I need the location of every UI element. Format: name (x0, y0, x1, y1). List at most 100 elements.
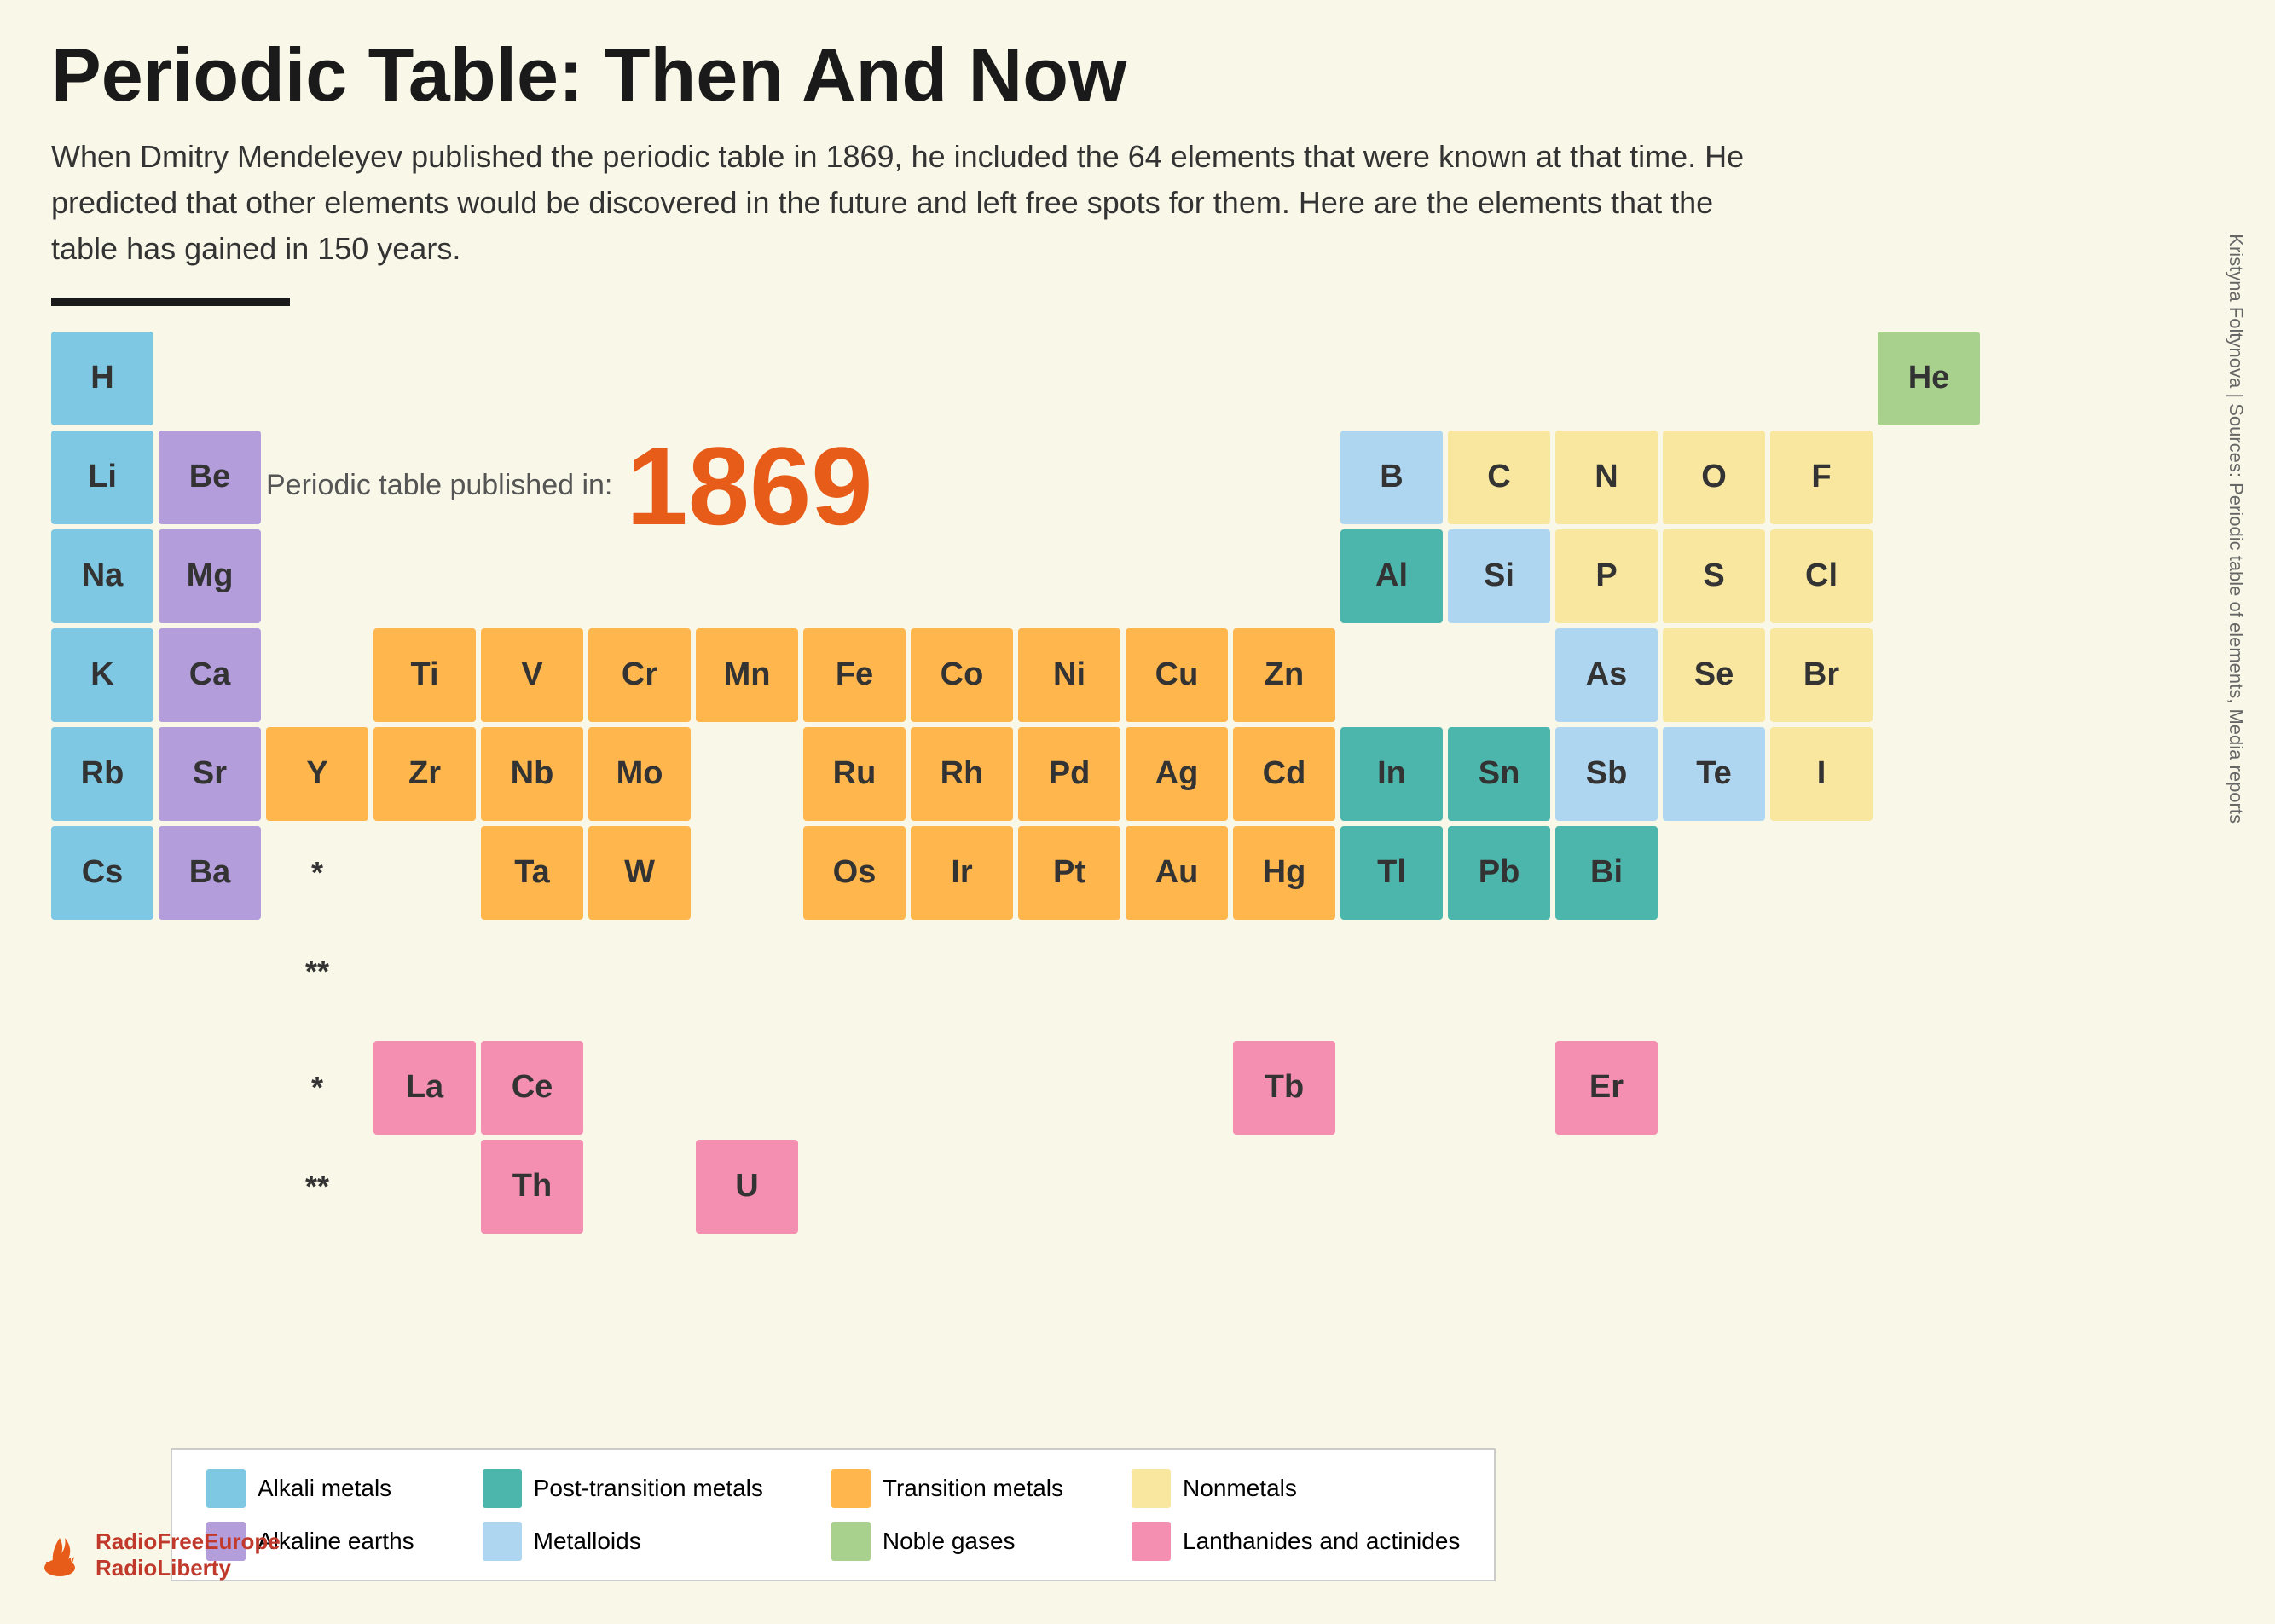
legend-alkali-metals: Alkali metals (206, 1469, 414, 1508)
legend-noble-gases: Noble gases (831, 1522, 1063, 1561)
main-container: Periodic Table: Then And Now When Dmitry… (0, 0, 2275, 1624)
element-Fe: Fe (803, 628, 906, 722)
empty (1770, 1140, 1873, 1234)
element-Mn: Mn (696, 628, 798, 722)
empty (803, 431, 906, 524)
empty (1233, 529, 1335, 623)
legend-col-3: Transition metals Noble gases (831, 1469, 1063, 1561)
empty (1878, 727, 1980, 821)
legend-lanthanides: Lanthanides and actinides (1132, 1522, 1460, 1561)
empty (911, 529, 1013, 623)
empty (1233, 431, 1335, 524)
empty (803, 1140, 906, 1234)
pt-row-6: Cs Ba * Ta W Os Ir Pt Au Hg Tl Pb Bi (51, 826, 2224, 920)
element-Cr: Cr (588, 628, 691, 722)
element-Y: Y (266, 727, 368, 821)
element-Se: Se (1663, 628, 1765, 722)
element-Cu: Cu (1126, 628, 1228, 722)
post-transition-label: Post-transition metals (534, 1475, 763, 1502)
element-B: B (1340, 431, 1443, 524)
empty (1663, 1041, 1765, 1135)
logo-area: RadioFreeEurope RadioLiberty (34, 1529, 281, 1581)
element-Hg: Hg (1233, 826, 1335, 920)
element-Os: Os (803, 826, 906, 920)
empty (1663, 332, 1765, 425)
empty (1555, 332, 1658, 425)
empty (588, 925, 691, 1019)
empty (1018, 1041, 1120, 1135)
empty (1018, 529, 1120, 623)
empty (588, 332, 691, 425)
empty (159, 1041, 261, 1135)
empty (1770, 332, 1873, 425)
author-text: Kristyna Foltynova (2226, 234, 2247, 388)
empty (588, 431, 691, 524)
decorative-bar (51, 298, 290, 306)
empty (373, 529, 476, 623)
empty (803, 332, 906, 425)
logo-line1: RadioFreeEurope (96, 1529, 281, 1555)
empty (481, 529, 583, 623)
element-Ti: Ti (373, 628, 476, 722)
empty (1448, 1140, 1550, 1234)
empty (1878, 431, 1980, 524)
empty (1555, 1140, 1658, 1234)
pt-row-7: ** (51, 925, 2224, 1019)
empty (1340, 925, 1443, 1019)
nonmetal-swatch (1132, 1469, 1171, 1508)
legend: Alkali metals Alkaline earths Post-trans… (171, 1448, 1496, 1581)
empty (1448, 628, 1550, 722)
actinide-placeholder: ** (266, 925, 368, 1019)
element-Ru: Ru (803, 727, 906, 821)
element-Te: Te (1663, 727, 1765, 821)
element-Er: Er (1555, 1041, 1658, 1135)
element-Au: Au (1126, 826, 1228, 920)
empty (911, 925, 1013, 1019)
empty (1663, 925, 1765, 1019)
year-overlay-cell (266, 431, 368, 524)
empty (373, 431, 476, 524)
alkali-swatch (206, 1469, 246, 1508)
element-Th: Th (481, 1140, 583, 1234)
empty (696, 826, 798, 920)
empty (373, 826, 476, 920)
source-label: Sources: Periodic table of elements, Med… (2226, 403, 2247, 824)
empty (51, 925, 153, 1019)
page-title: Periodic Table: Then And Now (51, 34, 2224, 117)
empty (266, 628, 368, 722)
empty (1878, 925, 1980, 1019)
element-W: W (588, 826, 691, 920)
empty (1233, 1140, 1335, 1234)
element-Li: Li (51, 431, 153, 524)
metalloid-swatch (483, 1522, 522, 1561)
element-Ca: Ca (159, 628, 261, 722)
empty (1448, 925, 1550, 1019)
empty (373, 1140, 476, 1234)
empty (911, 332, 1013, 425)
empty (481, 332, 583, 425)
pt-row-3: Na Mg Al Si P S Cl (51, 529, 2224, 623)
empty (1126, 332, 1228, 425)
legend-transition-metals: Transition metals (831, 1469, 1063, 1508)
empty (159, 925, 261, 1019)
empty (1233, 925, 1335, 1019)
element-Sb: Sb (1555, 727, 1658, 821)
element-Ag: Ag (1126, 727, 1228, 821)
element-Br: Br (1770, 628, 1873, 722)
post-transition-swatch (483, 1469, 522, 1508)
empty (911, 1140, 1013, 1234)
empty (159, 1140, 261, 1234)
element-As: As (1555, 628, 1658, 722)
empty (1770, 826, 1873, 920)
element-Cs: Cs (51, 826, 153, 920)
element-Bi: Bi (1555, 826, 1658, 920)
empty (1878, 628, 1980, 722)
transition-swatch (831, 1469, 871, 1508)
element-S: S (1663, 529, 1765, 623)
element-Ni: Ni (1018, 628, 1120, 722)
element-K: K (51, 628, 153, 722)
empty (1126, 431, 1228, 524)
element-I: I (1770, 727, 1873, 821)
empty (1018, 925, 1120, 1019)
empty (1126, 1140, 1228, 1234)
